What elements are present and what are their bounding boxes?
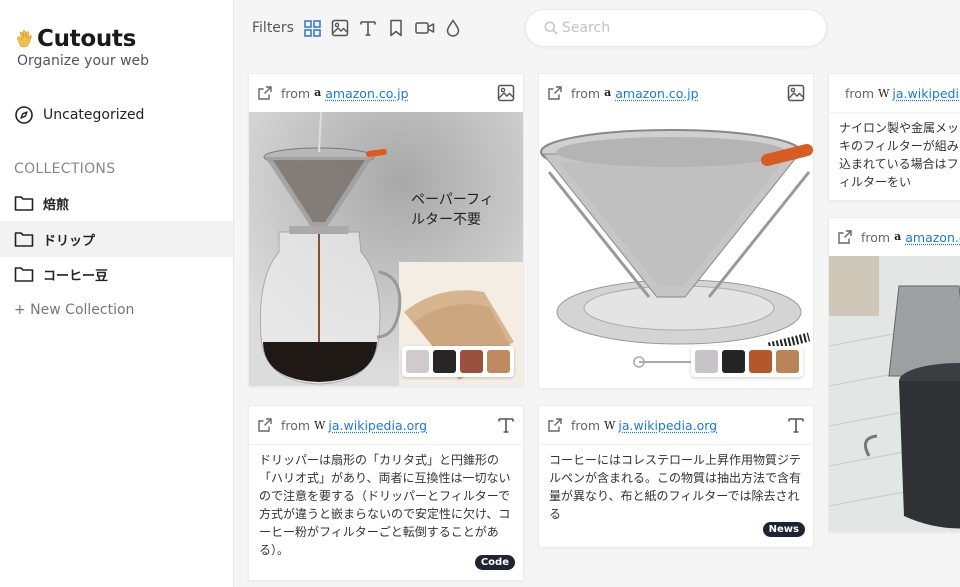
color-palette xyxy=(691,346,803,377)
tag-badge[interactable]: News xyxy=(762,522,805,537)
new-collection-button[interactable]: + New Collection xyxy=(14,302,134,318)
all-grid-icon[interactable] xyxy=(303,19,321,37)
bookmark-icon[interactable] xyxy=(387,19,405,37)
waving-hand-icon xyxy=(17,30,32,48)
color-swatch[interactable] xyxy=(749,350,772,373)
cutout-card[interactable]: from W ja.wikipedia.org ナイロン製や金属メッキのフィルタ… xyxy=(828,73,960,201)
text-type-icon xyxy=(787,416,805,434)
wikipedia-favicon-icon: W xyxy=(604,418,616,432)
text-icon[interactable] xyxy=(359,19,377,37)
search-icon xyxy=(544,21,558,35)
tag-badge[interactable]: Code xyxy=(474,555,515,570)
sidebar-item-label: Uncategorized xyxy=(43,107,145,123)
cutout-card[interactable]: from W ja.wikipedia.org ドリッパーは扇形の「カリタ式」と… xyxy=(248,405,524,581)
sidebar-item-label: ドリップ xyxy=(43,233,96,249)
amazon-favicon-icon: a xyxy=(604,85,612,99)
video-icon[interactable] xyxy=(415,19,435,37)
card-header: from a amazon.co.jp xyxy=(539,74,813,112)
from-label: from xyxy=(861,229,891,245)
external-link-icon[interactable] xyxy=(547,417,563,433)
external-link-icon[interactable] xyxy=(837,229,853,245)
folder-icon xyxy=(14,193,34,213)
color-swatch[interactable] xyxy=(695,350,718,373)
search-bar[interactable] xyxy=(525,9,827,47)
sidebar-item-uncategorized[interactable]: Uncategorized xyxy=(0,97,233,133)
card-text: ナイロン製や金属メッキのフィルターが組み込まれている場合はフィルターをい xyxy=(829,112,960,191)
sidebar: Cutouts Organize your web Uncategorized … xyxy=(0,0,234,587)
collections-heading: COLLECTIONS xyxy=(14,161,116,177)
card-text: ドリッパーは扇形の「カリタ式」と円錐形の「ハリオ式」があり、両者に互換性は一切な… xyxy=(249,444,523,559)
cutout-card[interactable]: from a amazon.co.jp xyxy=(248,73,524,387)
wikipedia-favicon-icon: W xyxy=(878,86,890,100)
color-swatch[interactable] xyxy=(776,350,799,373)
color-swatch[interactable] xyxy=(406,350,429,373)
color-palette xyxy=(402,346,514,377)
from-label: from xyxy=(281,85,311,101)
filters-label: Filters xyxy=(252,20,294,36)
source-link[interactable]: ja.wikipedia.org xyxy=(892,86,960,101)
color-swatch[interactable] xyxy=(433,350,456,373)
svg-text:ルター不要: ルター不要 xyxy=(411,212,481,228)
wikipedia-favicon-icon: W xyxy=(314,418,326,432)
amazon-favicon-icon: a xyxy=(894,229,902,243)
source-link[interactable]: amazon.co.jp xyxy=(325,86,408,101)
source-link[interactable]: ja.wikipedia.org xyxy=(618,418,717,433)
product-image[interactable]: ペーパーフィ ルター不要 xyxy=(249,112,523,386)
compass-icon xyxy=(14,105,34,125)
search-input[interactable] xyxy=(562,20,802,36)
card-header: from a amazon.com xyxy=(829,218,960,256)
external-link-icon[interactable] xyxy=(257,85,273,101)
product-image[interactable] xyxy=(829,256,960,532)
source-link[interactable]: amazon.co.jp xyxy=(615,86,698,101)
cutout-card[interactable]: from W ja.wikipedia.org コーヒーにはコレステロール上昇作… xyxy=(538,405,814,548)
color-swatch[interactable] xyxy=(487,350,510,373)
source-link[interactable]: ja.wikipedia.org xyxy=(328,418,427,433)
image-type-icon xyxy=(497,84,515,102)
sidebar-item-collection[interactable]: コーヒー豆 xyxy=(0,256,233,292)
color-swatch[interactable] xyxy=(460,350,483,373)
sidebar-item-label: コーヒー豆 xyxy=(43,268,109,284)
source-link[interactable]: amazon.com xyxy=(905,230,960,245)
from-label: from xyxy=(281,417,311,433)
color-drop-icon[interactable] xyxy=(444,19,462,37)
cutout-card[interactable]: from a amazon.com xyxy=(828,217,960,533)
text-type-icon xyxy=(497,416,515,434)
sidebar-item-collection[interactable]: 焙煎 xyxy=(0,185,233,221)
external-link-icon[interactable] xyxy=(257,417,273,433)
image-caption: ペーパーフィ xyxy=(411,192,494,208)
app-tagline: Organize your web xyxy=(17,53,150,69)
card-header: from W ja.wikipedia.org xyxy=(539,406,813,444)
color-swatch[interactable] xyxy=(722,350,745,373)
card-text: コーヒーにはコレステロール上昇作用物質ジテルペンが含まれる。この物質は抽出方法で… xyxy=(539,444,813,523)
app-name: Cutouts xyxy=(37,26,137,52)
folder-icon xyxy=(14,229,34,249)
sidebar-item-label: 焙煎 xyxy=(43,197,70,213)
from-label: from xyxy=(571,85,601,101)
folder-icon xyxy=(14,264,34,284)
brand-logo[interactable]: Cutouts xyxy=(14,26,136,52)
sidebar-item-collection[interactable]: ドリップ xyxy=(0,221,233,257)
amazon-favicon-icon: a xyxy=(314,85,322,99)
card-header: from W ja.wikipedia.org xyxy=(249,406,523,444)
image-type-icon xyxy=(787,84,805,102)
external-link-icon[interactable] xyxy=(547,85,563,101)
from-label: from xyxy=(845,85,875,101)
from-label: from xyxy=(571,417,601,433)
card-header: from a amazon.co.jp xyxy=(249,74,523,112)
card-header: from W ja.wikipedia.org xyxy=(829,74,960,112)
cutout-card[interactable]: from a amazon.co.jp xyxy=(538,73,814,389)
image-icon[interactable] xyxy=(331,19,349,37)
product-image[interactable] xyxy=(539,112,813,388)
